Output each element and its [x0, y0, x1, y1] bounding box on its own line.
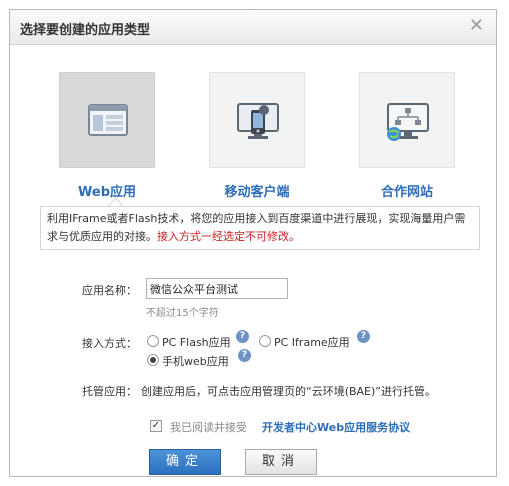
hosting-text: 创建应用后，可点击应用管理页的“云环境(BAE)”进行托管。 [141, 385, 437, 398]
option-pc-iframe-label: PC Iframe应用 [274, 336, 350, 349]
hosting-label: 托管应用： [82, 385, 137, 398]
help-icon[interactable]: ? [238, 349, 251, 362]
radio-pc-iframe[interactable] [259, 335, 271, 347]
app-type-description: 利用IFrame或者Flash技术，将您的应用接入到百度渠道中进行展现，实现海量… [40, 206, 480, 250]
confirm-button[interactable]: 确定 [149, 449, 221, 475]
agreement-text: 我已阅读并接受 [170, 421, 247, 434]
app-type-tile [209, 72, 305, 168]
network-site-icon [387, 103, 429, 141]
mobile-monitor-icon [237, 103, 279, 139]
agreement-link[interactable]: 开发者中心Web应用服务协议 [262, 419, 410, 435]
help-icon[interactable]: ? [357, 330, 370, 343]
app-type-mobile[interactable]: 移动客户端 [209, 72, 305, 202]
app-name-input[interactable] [146, 278, 288, 299]
access-method-label: 接入方式： [82, 337, 137, 350]
create-app-dialog: 选择要创建的应用类型 ✕ Web应用 移动客户端 合作网站 利用IFrame或者… [9, 9, 497, 477]
radio-pc-flash[interactable] [147, 335, 159, 347]
close-icon[interactable]: ✕ [469, 17, 484, 35]
dialog-header: 选择要创建的应用类型 ✕ [10, 10, 496, 45]
agreement-checkbox[interactable]: ✓ [150, 420, 162, 432]
help-icon[interactable]: ? [236, 330, 249, 343]
app-type-tile [359, 72, 455, 168]
cancel-button[interactable]: 取消 [245, 449, 317, 475]
app-type-label: Web应用 [78, 185, 136, 200]
app-type-tile [59, 72, 155, 168]
app-name-label: 应用名称： [82, 284, 137, 297]
description-warning: 接入方式一经选定不可修改。 [157, 230, 300, 243]
app-type-web[interactable]: Web应用 [59, 72, 155, 202]
option-mobile-web-label: 手机web应用 [162, 355, 229, 368]
web-window-icon [88, 104, 128, 136]
app-name-hint: 不超过15个字符 [146, 308, 219, 319]
app-type-label: 移动客户端 [224, 185, 290, 200]
app-type-partner-site[interactable]: 合作网站 [359, 72, 455, 202]
dialog-title: 选择要创建的应用类型 [20, 23, 151, 38]
app-type-label: 合作网站 [380, 185, 433, 200]
option-pc-flash-label: PC Flash应用 [162, 336, 231, 349]
radio-mobile-web[interactable] [147, 354, 159, 366]
